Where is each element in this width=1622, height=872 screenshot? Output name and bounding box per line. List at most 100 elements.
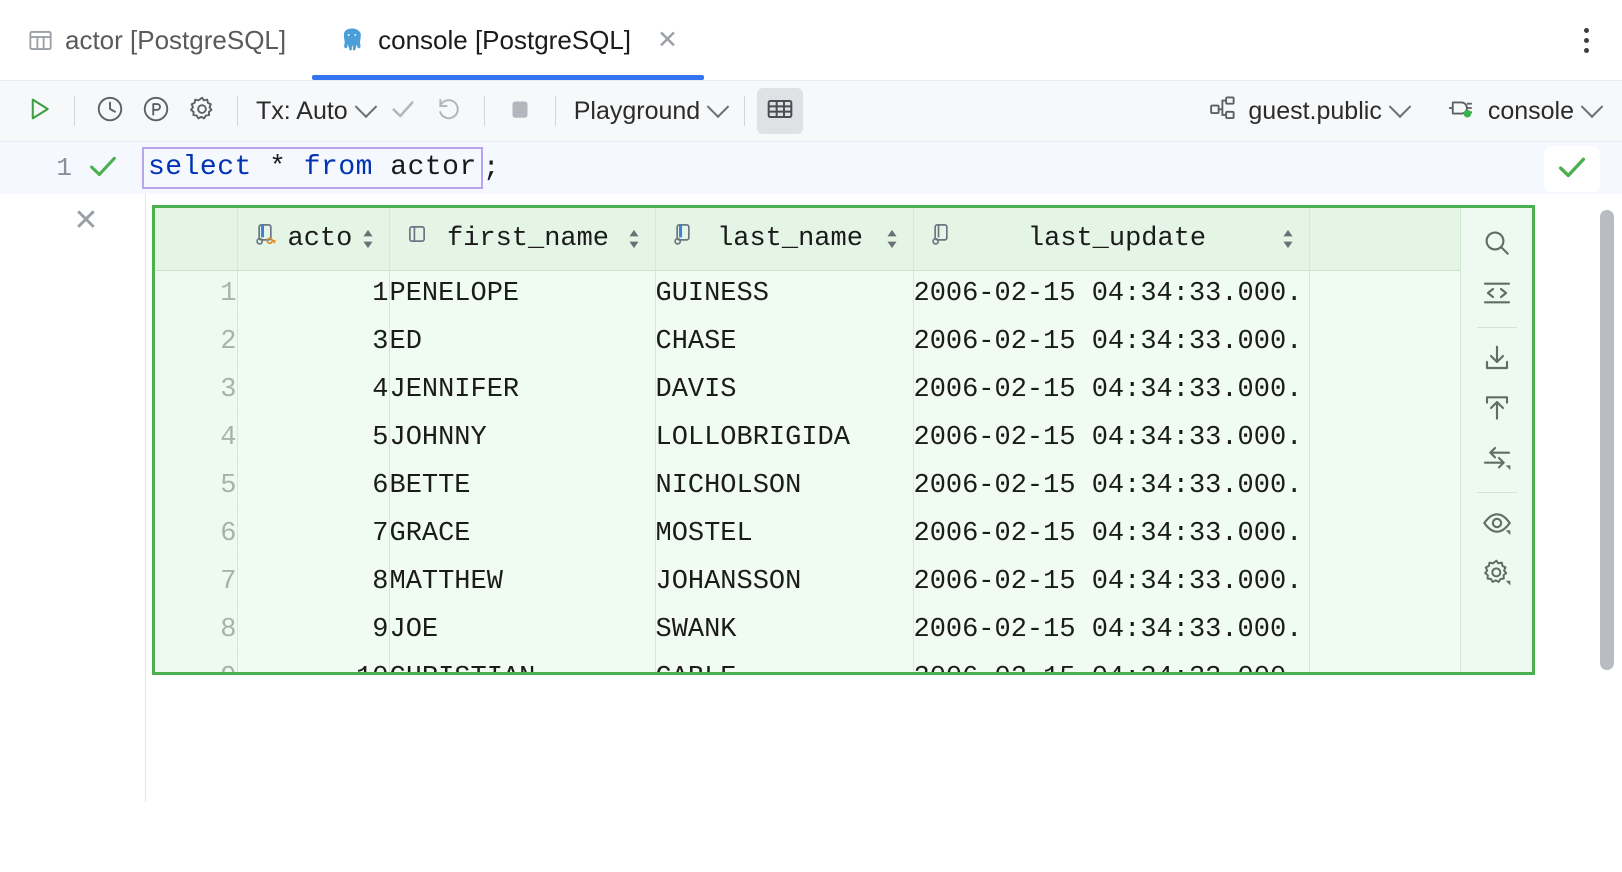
cell-last-name[interactable]: MOSTEL bbox=[655, 510, 913, 558]
column-header-actor-id[interactable]: actor_id bbox=[237, 208, 389, 270]
cell-first-name[interactable]: MATTHEW bbox=[389, 558, 655, 606]
table-row[interactable]: 3 4 JENNIFER DAVIS 2006-02-15 04:34:33.0… bbox=[155, 366, 1460, 414]
cell-last-name[interactable]: SWANK bbox=[655, 606, 913, 654]
cell-last-update[interactable]: 2006-02-15 04:34:33.000. bbox=[913, 510, 1309, 558]
sort-toggle-icon[interactable] bbox=[627, 226, 641, 252]
cell-first-name[interactable]: BETTE bbox=[389, 462, 655, 510]
cell-first-name[interactable]: JENNIFER bbox=[389, 366, 655, 414]
cell-last-name[interactable]: GABLE bbox=[655, 654, 913, 672]
cell-last-name[interactable]: GUINESS bbox=[655, 270, 913, 318]
session-selector[interactable]: console bbox=[1440, 93, 1606, 130]
cell-actor-id[interactable]: 7 bbox=[237, 510, 389, 558]
table-row[interactable]: 2 3 ED CHASE 2006-02-15 04:34:33.000. bbox=[155, 318, 1460, 366]
tab-actor[interactable]: actor [PostgreSQL] bbox=[0, 0, 312, 80]
grid-settings-button[interactable] bbox=[1471, 550, 1523, 600]
cell-last-update[interactable]: 2006-02-15 04:34:33.000. bbox=[913, 606, 1309, 654]
gear-icon bbox=[187, 94, 217, 129]
cell-last-update[interactable]: 2006-02-15 04:34:33.000. bbox=[913, 270, 1309, 318]
database-selector[interactable]: guest.public bbox=[1202, 93, 1413, 130]
cell-last-name[interactable]: LOLLOBRIGIDA bbox=[655, 414, 913, 462]
transaction-mode-selector[interactable]: Tx: Auto bbox=[250, 97, 380, 126]
sort-toggle-icon[interactable] bbox=[885, 226, 899, 252]
parameters-button[interactable] bbox=[133, 88, 179, 134]
column-header-first-name[interactable]: first_name bbox=[389, 208, 655, 270]
sort-toggle-icon[interactable] bbox=[361, 226, 375, 252]
table-row[interactable]: 7 8 MATTHEW JOHANSSON 2006-02-15 04:34:3… bbox=[155, 558, 1460, 606]
kebab-menu-icon[interactable] bbox=[1572, 20, 1600, 60]
toolbar-divider bbox=[744, 96, 745, 126]
table-row[interactable]: 8 9 JOE SWANK 2006-02-15 04:34:33.000. bbox=[155, 606, 1460, 654]
table-row[interactable]: 5 6 BETTE NICHOLSON 2006-02-15 04:34:33.… bbox=[155, 462, 1460, 510]
cell-first-name[interactable]: GRACE bbox=[389, 510, 655, 558]
sql-selection-highlight: select * from actor bbox=[142, 147, 483, 189]
cell-last-name[interactable]: CHASE bbox=[655, 318, 913, 366]
chevron-down-icon bbox=[1581, 95, 1604, 118]
grid-view-toggle-button[interactable] bbox=[757, 88, 803, 134]
cell-last-update[interactable]: 2006-02-15 04:34:33.000. bbox=[913, 366, 1309, 414]
column-icon bbox=[404, 221, 430, 256]
cell-last-update[interactable]: 2006-02-15 04:34:33.000. bbox=[913, 414, 1309, 462]
indexed-column-icon bbox=[670, 221, 696, 256]
cell-last-update[interactable]: 2006-02-15 04:34:33.000. bbox=[913, 318, 1309, 366]
history-button[interactable] bbox=[87, 88, 133, 134]
vertical-scrollbar[interactable] bbox=[1600, 210, 1614, 670]
line-status-gutter[interactable] bbox=[72, 149, 146, 188]
rollback-button[interactable] bbox=[426, 88, 472, 134]
cell-filler bbox=[1309, 366, 1460, 414]
search-icon bbox=[1481, 227, 1513, 264]
cell-first-name[interactable]: PENELOPE bbox=[389, 270, 655, 318]
tab-console[interactable]: console [PostgreSQL] ✕ bbox=[312, 0, 704, 80]
value-preview-button[interactable] bbox=[1471, 500, 1523, 550]
cell-first-name[interactable]: CHRISTIAN bbox=[389, 654, 655, 672]
cell-actor-id[interactable]: 1 bbox=[237, 270, 389, 318]
column-header-filler bbox=[1309, 208, 1460, 270]
cell-first-name[interactable]: JOHNNY bbox=[389, 414, 655, 462]
cell-last-name[interactable]: NICHOLSON bbox=[655, 462, 913, 510]
cell-actor-id[interactable]: 9 bbox=[237, 606, 389, 654]
column-header-label: actor_id bbox=[288, 224, 351, 254]
sort-toggle-icon[interactable] bbox=[1281, 226, 1295, 252]
sql-statement[interactable]: select * from actor; bbox=[146, 147, 500, 189]
commit-button[interactable] bbox=[380, 88, 426, 134]
table-row[interactable]: 1 1 PENELOPE GUINESS 2006-02-15 04:34:33… bbox=[155, 270, 1460, 318]
console-settings-button[interactable] bbox=[179, 88, 225, 134]
query-success-checkmark-icon bbox=[1555, 150, 1589, 189]
cell-last-update[interactable]: 2006-02-15 04:34:33.000. bbox=[913, 462, 1309, 510]
code-view-button[interactable] bbox=[1471, 270, 1523, 320]
table-row[interactable]: 6 7 GRACE MOSTEL 2006-02-15 04:34:33.000… bbox=[155, 510, 1460, 558]
cell-last-update[interactable]: 2006-02-15 04:34:33.000. bbox=[913, 558, 1309, 606]
close-result-icon[interactable]: ✕ bbox=[70, 205, 102, 237]
row-number: 4 bbox=[155, 414, 237, 462]
table-row[interactable]: 4 5 JOHNNY LOLLOBRIGIDA 2006-02-15 04:34… bbox=[155, 414, 1460, 462]
toolbar-divider bbox=[237, 96, 238, 126]
transpose-button[interactable] bbox=[1471, 435, 1523, 485]
cell-actor-id[interactable]: 3 bbox=[237, 318, 389, 366]
cell-actor-id[interactable]: 10 bbox=[237, 654, 389, 672]
grid-settings-gear-icon bbox=[1481, 557, 1513, 594]
cell-first-name[interactable]: ED bbox=[389, 318, 655, 366]
row-number: 2 bbox=[155, 318, 237, 366]
sql-editor-line[interactable]: 1 select * from actor; bbox=[0, 142, 1622, 194]
cell-actor-id[interactable]: 8 bbox=[237, 558, 389, 606]
column-header-last-name[interactable]: last_name bbox=[655, 208, 913, 270]
cell-first-name[interactable]: JOE bbox=[389, 606, 655, 654]
close-icon[interactable]: ✕ bbox=[657, 28, 678, 53]
stop-button[interactable] bbox=[497, 88, 543, 134]
cell-filler bbox=[1309, 654, 1460, 672]
cell-actor-id[interactable]: 6 bbox=[237, 462, 389, 510]
primary-key-column-icon bbox=[252, 221, 278, 256]
import-data-button[interactable] bbox=[1471, 385, 1523, 435]
cell-last-name[interactable]: DAVIS bbox=[655, 366, 913, 414]
cell-last-name[interactable]: JOHANSSON bbox=[655, 558, 913, 606]
cell-actor-id[interactable]: 4 bbox=[237, 366, 389, 414]
table-row[interactable]: 9 10 CHRISTIAN GABLE 2006-02-15 04:34:33… bbox=[155, 654, 1460, 672]
export-data-button[interactable] bbox=[1471, 335, 1523, 385]
search-button[interactable] bbox=[1471, 220, 1523, 270]
column-header-last-update[interactable]: last_update bbox=[913, 208, 1309, 270]
cell-actor-id[interactable]: 5 bbox=[237, 414, 389, 462]
cell-last-update[interactable]: 2006-02-15 04:34:33.000. bbox=[913, 654, 1309, 672]
code-view-icon bbox=[1481, 277, 1513, 314]
parameters-icon bbox=[141, 94, 171, 129]
run-button[interactable] bbox=[16, 88, 62, 134]
schema-context-selector[interactable]: Playground bbox=[568, 97, 732, 126]
